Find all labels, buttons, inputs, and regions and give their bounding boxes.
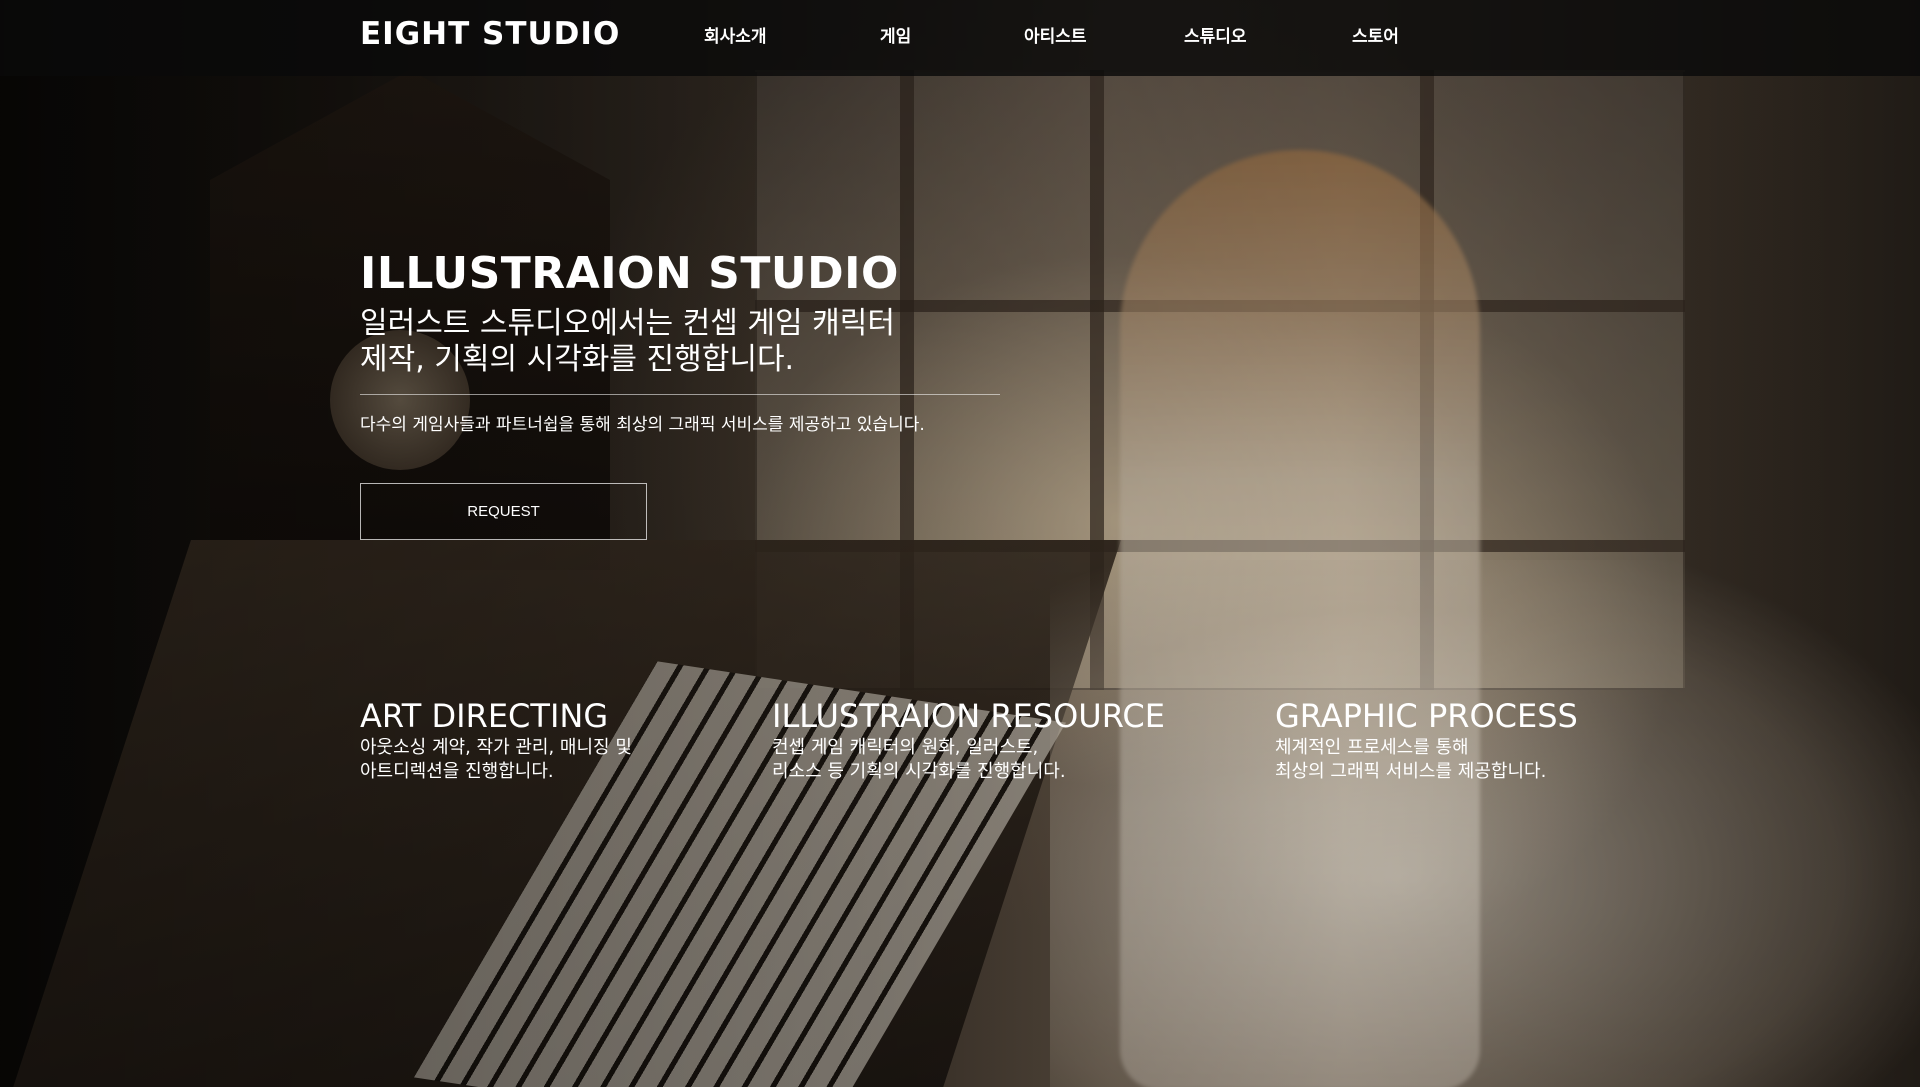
site-header: EIGHT STUDIO 회사소개 게임 아티스트 스튜디오 스토어 [0, 0, 1920, 76]
hero-subtitle-line-2: 제작, 기획의 시각화를 진행합니다. [360, 342, 795, 377]
nav-item-studio[interactable]: 스튜디오 [1184, 22, 1247, 52]
hero-description: 다수의 게임사들과 파트너쉽을 통해 최상의 그래픽 서비스를 제공하고 있습니… [360, 415, 925, 435]
hero-subtitle: 일러스트 스튜디오에서는 컨셉 게임 캐릭터 제작, 기획의 시각화를 진행합니… [360, 306, 1000, 378]
nav-item-store[interactable]: 스토어 [1352, 22, 1399, 52]
feature-description-line-1: 체계적인 프로세스를 통해 [1275, 737, 1469, 758]
feature-title: GRAPHIC PROCESS [1275, 697, 1578, 735]
feature-title: ILLUSTRAION RESOURCE [772, 697, 1165, 735]
nav-item-company[interactable]: 회사소개 [704, 22, 767, 52]
hero-title: ILLUSTRAION STUDIO [360, 248, 899, 299]
feature-title: ART DIRECTING [360, 697, 609, 735]
request-button[interactable]: REQUEST [360, 483, 647, 540]
main-nav: 회사소개 게임 아티스트 스튜디오 스토어 [0, 0, 1920, 76]
feature-description-line-1: 아웃소싱 계약, 작가 관리, 매니징 및 [360, 737, 632, 758]
hero-divider [360, 394, 1000, 395]
hero-subtitle-line-1: 일러스트 스튜디오에서는 컨셉 게임 캐릭터 [360, 306, 895, 341]
feature-description-line-2: 리소스 등 기획의 시각화를 진행합니다. [772, 761, 1066, 782]
background-overlay [0, 0, 1920, 1087]
nav-item-game[interactable]: 게임 [880, 22, 911, 52]
feature-description-line-1: 컨셉 게임 캐릭터의 원화, 일러스트, [772, 737, 1039, 758]
feature-description-line-2: 아트디렉션을 진행합니다. [360, 761, 554, 782]
nav-item-artist[interactable]: 아티스트 [1024, 22, 1087, 52]
feature-graphic-process: GRAPHIC PROCESS 체계적인 프로세스를 통해 최상의 그래픽 서비… [1275, 696, 1578, 784]
feature-art-directing: ART DIRECTING 아웃소싱 계약, 작가 관리, 매니징 및 아트디렉… [360, 696, 632, 784]
feature-illustraion-resource: ILLUSTRAION RESOURCE 컨셉 게임 캐릭터의 원화, 일러스트… [772, 696, 1165, 784]
feature-description-line-2: 최상의 그래픽 서비스를 제공합니다. [1275, 761, 1547, 782]
hero-background-image [0, 0, 1920, 1087]
